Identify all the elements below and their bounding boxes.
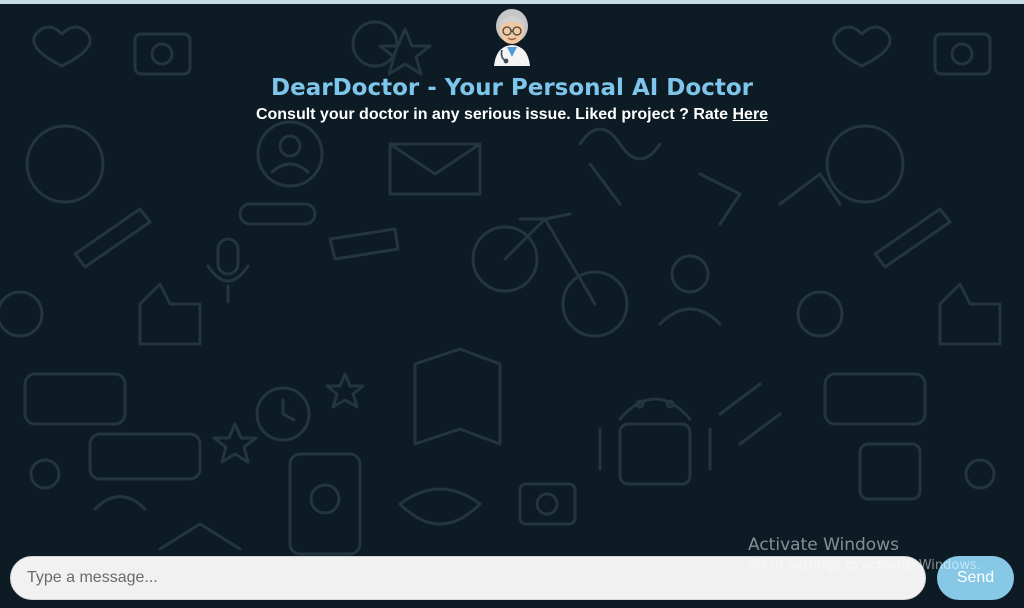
page-subtitle: Consult your doctor in any serious issue… [0,104,1024,126]
send-button[interactable]: Send [937,556,1014,600]
page-title: DearDoctor - Your Personal AI Doctor [271,75,753,101]
message-composer: Send [0,554,1024,602]
rate-here-link[interactable]: Here [732,106,768,123]
doctor-emoji-icon [488,6,536,66]
chat-header: DearDoctor - Your Personal AI Doctor Con… [0,6,1024,126]
chat-page: DearDoctor - Your Personal AI Doctor Con… [0,0,1024,608]
message-input[interactable] [10,556,926,600]
subtitle-text: Consult your doctor in any serious issue… [255,106,733,123]
